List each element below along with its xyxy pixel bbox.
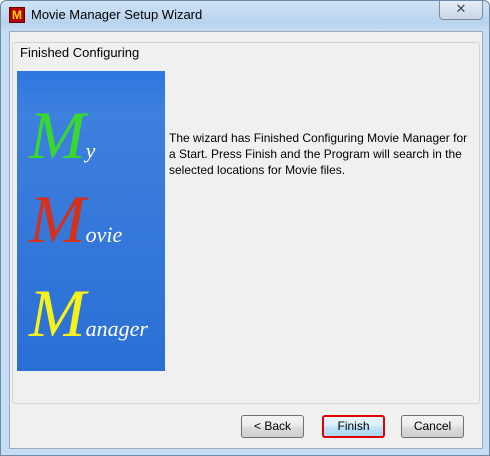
wizard-client-area: Finished Configuring My Movie Manager Th… [9,31,483,449]
logo-letter: M [29,181,86,257]
logo-letter: M [29,275,86,351]
finish-description: The wizard has Finished Configuring Movi… [169,131,468,177]
window-title: Movie Manager Setup Wizard [31,7,203,22]
cancel-button[interactable]: Cancel [401,415,464,438]
close-icon[interactable]: ✕ [439,1,483,20]
finish-button[interactable]: Finish [322,415,385,438]
logo-word-rest: ovie [85,222,123,247]
logo-line-movie: Movie [29,185,122,253]
back-button[interactable]: < Back [241,415,304,438]
title-bar[interactable]: M Movie Manager Setup Wizard ✕ [1,1,489,31]
setup-wizard-window: M Movie Manager Setup Wizard ✕ Finished … [0,0,490,456]
logo-letter: M [29,97,86,173]
logo-line-manager: Manager [29,279,148,347]
app-icon: M [9,7,25,23]
logo-word-rest: y [85,138,96,163]
logo-line-my: My [29,101,95,169]
my-movie-manager-logo: My Movie Manager [17,71,165,371]
group-title: Finished Configuring [18,45,142,61]
logo-word-rest: anager [85,316,148,341]
